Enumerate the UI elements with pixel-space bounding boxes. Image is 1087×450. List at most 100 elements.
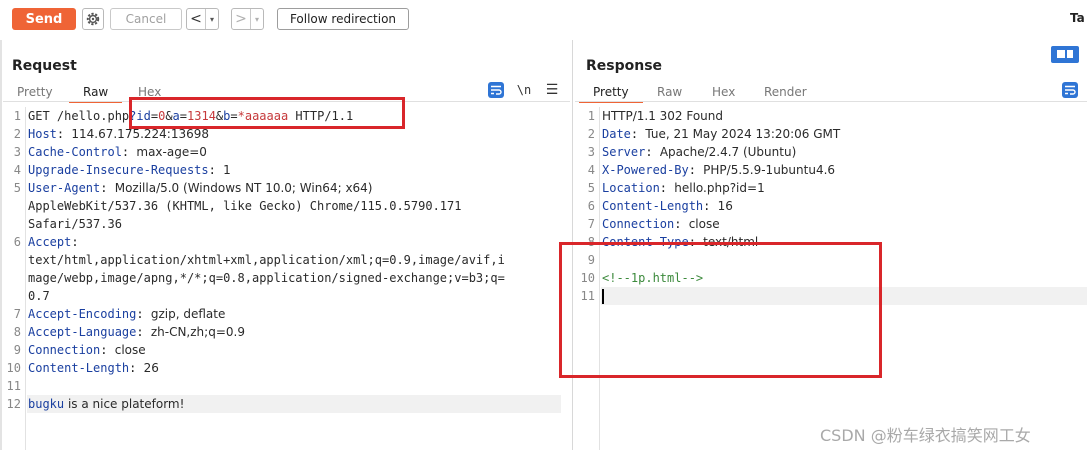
wrap-icon [491, 85, 502, 95]
header-name: Accept-Encoding [28, 307, 137, 321]
header-name: Content-Length [602, 199, 704, 213]
code-line: 2 Date: Tue, 21 May 2024 13:20:06 GMT [575, 125, 1080, 143]
wrap-icon [1065, 85, 1076, 95]
header-value: 16 [717, 199, 733, 213]
line-number: 4 [13, 163, 21, 177]
cancel-button[interactable]: Cancel [110, 8, 182, 30]
line-content: mage/webp,image/apng,*/*;q=0.8,applicati… [28, 269, 505, 287]
line-content: X-Powered-By: PHP/5.5.9-1ubuntu4.6 [602, 161, 835, 179]
header-name: Upgrade-Insecure-Requests [28, 163, 209, 177]
follow-redirection-button[interactable]: Follow redirection [277, 8, 409, 30]
header-name: Accept-Language [28, 325, 137, 339]
header-name: Accept [28, 235, 72, 249]
code-line: 12 bugku is a nice plateform! [3, 395, 563, 413]
header-name: Server [602, 145, 646, 159]
gear-icon [86, 12, 100, 26]
tab-hex[interactable]: Hex [712, 83, 735, 101]
word-wrap-button[interactable] [1062, 82, 1078, 98]
header-value: zh-CN,zh;q=0.9 [150, 325, 245, 339]
code-line: 10 Content-Length: 26 [3, 359, 563, 377]
tab-render[interactable]: Render [764, 83, 807, 101]
header-name: Host [28, 127, 57, 141]
line-number: 2 [587, 127, 595, 141]
header-value: 1 [223, 163, 231, 177]
body-text: is a nice plateform! [64, 397, 185, 411]
toolbar: Send Cancel < ▾ > ▾ Follow redirection T… [0, 0, 1087, 38]
colon: : [674, 217, 689, 231]
word-wrap-button[interactable] [488, 82, 504, 98]
colon: : [688, 163, 704, 177]
layout-toggle[interactable] [1051, 46, 1079, 63]
line-content: Cache-Control: max-age=0 [28, 143, 207, 161]
settings-button[interactable] [82, 8, 104, 30]
code-line: AppleWebKit/537.36 (KHTML, like Gecko) C… [3, 197, 563, 215]
line-content: Content-Length: 26 [28, 359, 159, 377]
header-name: X-Powered-By [602, 163, 689, 177]
request-menu-button[interactable]: ☰ [544, 82, 560, 98]
header-value: Apache/2.4.7 (Ubuntu) [659, 145, 797, 159]
layout-icon-part [1067, 50, 1073, 58]
line-content: Date: Tue, 21 May 2024 13:20:06 GMT [602, 125, 840, 143]
line-content: bugku is a nice plateform! [28, 395, 184, 413]
header-value: hello.php?id=1 [674, 181, 765, 195]
line-number: 6 [13, 235, 21, 249]
send-button[interactable]: Send [12, 8, 76, 30]
code-line: 1 HTTP/1.1 302 Found [575, 107, 1080, 125]
colon: : [71, 235, 79, 249]
line-number: 4 [587, 163, 595, 177]
line-content: Content-Length: 16 [602, 197, 733, 215]
response-tabs-underline [575, 101, 1087, 102]
forward-button[interactable]: > [232, 9, 250, 29]
line-content: AppleWebKit/537.36 (KHTML, like Gecko) C… [28, 197, 461, 215]
line-content: Accept-Encoding: gzip, deflate [28, 305, 225, 323]
line-number: 2 [13, 127, 21, 141]
line-content: Server: Apache/2.4.7 (Ubuntu) [602, 143, 796, 161]
colon: : [659, 181, 675, 195]
back-button[interactable]: < [187, 9, 205, 29]
line-number: 5 [13, 181, 21, 195]
body-word: bugku [28, 397, 65, 411]
code-line: 5 Location: hello.php?id=1 [575, 179, 1080, 197]
code-line: 7 Connection: close [575, 215, 1080, 233]
code-line: 3 Cache-Control: max-age=0 [3, 143, 563, 161]
code-line: text/html,application/xhtml+xml,applicat… [3, 251, 563, 269]
newline-toggle-button[interactable]: \n [516, 82, 532, 98]
line-number: 1 [13, 109, 21, 123]
continuation-text: mage/webp,image/apng,*/*;q=0.8,applicati… [28, 271, 505, 285]
line-number: 7 [587, 217, 595, 231]
watermark: CSDN @粉车绿衣搞笑网工女 [820, 426, 1031, 445]
target-label[interactable]: Ta [1070, 11, 1085, 25]
forward-nav: > ▾ [231, 8, 264, 30]
line-content: Upgrade-Insecure-Requests: 1 [28, 161, 231, 179]
forward-history-dropdown[interactable]: ▾ [250, 9, 263, 29]
line-content: HTTP/1.1 302 Found [602, 107, 723, 125]
tab-raw[interactable]: Raw [69, 83, 123, 103]
line-number: 11 [6, 379, 21, 393]
line-content: Location: hello.php?id=1 [602, 179, 765, 197]
tab-pretty[interactable]: Pretty [17, 83, 53, 101]
request-editor[interactable]: 1 GET /hello.php?id=0&a=1314&b=*aaaaaa HT… [3, 107, 570, 450]
back-history-dropdown[interactable]: ▾ [205, 9, 218, 29]
code-line: 9 Connection: close [3, 341, 563, 359]
code-line: 8 Accept-Language: zh-CN,zh;q=0.9 [3, 323, 563, 341]
header-value: 114.67.175.224:13698 [71, 127, 210, 141]
code-line: 5 User-Agent: Mozilla/5.0 (Windows NT 10.… [3, 179, 563, 197]
left-edge [0, 40, 2, 450]
line-content: Connection: close [602, 215, 720, 233]
line-number: 10 [6, 361, 21, 375]
code-line: 11 [3, 377, 563, 395]
code-token: GET /hello.php [28, 109, 130, 123]
code-line: Safari/537.36 [3, 215, 563, 233]
line-number: 12 [6, 397, 21, 411]
status-line: HTTP/1.1 302 Found [602, 109, 724, 123]
continuation-text: AppleWebKit/537.36 (KHTML, like Gecko) C… [28, 199, 462, 213]
tab-pretty[interactable]: Pretty [579, 83, 643, 103]
tab-raw[interactable]: Raw [657, 83, 682, 101]
line-number: 7 [13, 307, 21, 321]
request-title: Request [12, 58, 77, 74]
code-line: mage/webp,image/apng,*/*;q=0.8,applicati… [3, 269, 563, 287]
line-number: 3 [13, 145, 21, 159]
code-line: 6 Accept: [3, 233, 563, 251]
